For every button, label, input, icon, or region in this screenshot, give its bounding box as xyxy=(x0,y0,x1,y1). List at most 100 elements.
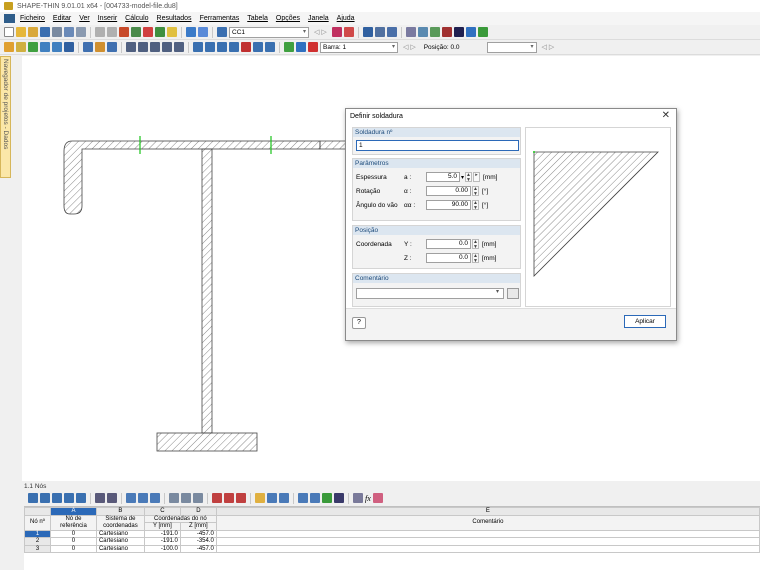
cell-comment[interactable] xyxy=(215,544,760,553)
table-sort-icon[interactable] xyxy=(255,493,265,503)
menu-opcoes[interactable]: Opções xyxy=(276,15,300,22)
tools-icon[interactable] xyxy=(477,27,488,37)
cell-y[interactable]: -100.0 xyxy=(143,544,181,553)
bolt-icon[interactable] xyxy=(138,42,148,52)
table-delete-icon[interactable] xyxy=(212,493,222,503)
edit-icon[interactable] xyxy=(119,27,129,37)
apply-button[interactable]: Aplicar xyxy=(624,315,666,328)
zoom-icon[interactable] xyxy=(374,27,385,37)
print-icon[interactable] xyxy=(52,27,62,37)
element-icon[interactable] xyxy=(28,42,38,52)
cell-ref[interactable]: 0 xyxy=(49,537,97,546)
menu-editar[interactable]: Editar xyxy=(53,15,71,22)
redo-icon[interactable] xyxy=(107,27,117,37)
results-icon[interactable] xyxy=(143,27,153,37)
cell-z[interactable]: -457.0 xyxy=(179,544,217,553)
rotate-icon[interactable] xyxy=(417,27,428,37)
display-icon[interactable] xyxy=(343,27,354,37)
table-chart-icon[interactable] xyxy=(310,493,320,503)
loadcase-nav-arrows[interactable]: ◁ ▷ xyxy=(314,28,327,36)
node-icon[interactable] xyxy=(16,42,26,52)
table-undo-icon[interactable] xyxy=(126,493,136,503)
delete-icon[interactable] xyxy=(441,27,452,37)
measure-icon[interactable] xyxy=(405,27,416,37)
position-nav-arrows[interactable]: ◁ ▷ xyxy=(542,43,555,51)
bar-select[interactable]: Barra: 1 ▾ xyxy=(320,41,398,53)
menu-ajuda[interactable]: Ajuda xyxy=(337,15,355,22)
menu-calculo[interactable]: Cálculo xyxy=(125,15,148,22)
menu-resultados[interactable]: Resultados xyxy=(157,15,192,22)
ortho-icon[interactable] xyxy=(217,42,227,52)
line-icon[interactable] xyxy=(83,42,93,52)
loadcase-select[interactable]: CC1 ▾ xyxy=(229,26,309,38)
table-extra-icon[interactable] xyxy=(372,493,383,503)
menu-app-icon[interactable] xyxy=(4,14,15,23)
cell-z[interactable]: -457.0 xyxy=(179,529,217,538)
col-letter-d[interactable]: D xyxy=(179,507,217,516)
table-clear-icon[interactable] xyxy=(193,493,203,503)
polar-icon[interactable] xyxy=(229,42,239,52)
cell-y[interactable]: -191.0 xyxy=(143,529,181,538)
open-recent-icon[interactable] xyxy=(28,27,38,37)
dimension-icon[interactable] xyxy=(174,42,184,52)
mirror-icon[interactable] xyxy=(296,42,306,52)
thickness-pick-icon[interactable]: ▸ xyxy=(473,172,481,182)
menu-ferramentas[interactable]: Ferramentas xyxy=(200,15,240,22)
z-input[interactable]: 0.0 xyxy=(426,253,471,263)
help-button[interactable]: ? xyxy=(352,317,366,329)
table-excel-icon[interactable] xyxy=(322,493,332,503)
calc-icon[interactable] xyxy=(155,27,165,37)
menu-tabela[interactable]: Tabela xyxy=(247,15,268,22)
table-paste-icon[interactable] xyxy=(181,493,191,503)
table-print-icon[interactable] xyxy=(298,493,308,503)
plate-icon[interactable] xyxy=(162,42,172,52)
new-file-icon[interactable] xyxy=(4,27,14,37)
filter-icon[interactable] xyxy=(429,27,440,37)
window-icon[interactable] xyxy=(198,27,208,37)
bar-nav-arrows[interactable]: ◁ ▷ xyxy=(403,43,416,51)
chevron-down-icon[interactable]: ▾ xyxy=(496,288,499,295)
visibility-icon[interactable] xyxy=(265,42,275,52)
table-select-icon[interactable] xyxy=(28,493,38,503)
y-input[interactable]: 0.0 xyxy=(426,239,471,249)
comment-input[interactable] xyxy=(356,288,504,299)
weld-icon[interactable] xyxy=(126,42,136,52)
table-goto-icon[interactable] xyxy=(279,493,289,503)
menu-ficheiro[interactable]: Ficheiro xyxy=(20,15,45,22)
table-redo-icon[interactable] xyxy=(138,493,148,503)
table-edit-icon[interactable] xyxy=(64,493,74,503)
comment-library-icon[interactable] xyxy=(507,288,519,299)
row-number[interactable]: 1 xyxy=(24,529,51,538)
row-number[interactable]: 3 xyxy=(24,544,51,553)
bar-icon[interactable] xyxy=(308,42,318,52)
table-grid-icon[interactable] xyxy=(40,493,50,503)
cell-y[interactable]: -191.0 xyxy=(143,537,181,546)
undo-icon[interactable] xyxy=(95,27,105,37)
cell-ref[interactable]: 0 xyxy=(49,544,97,553)
preview-icon[interactable] xyxy=(64,27,74,37)
graphics-icon[interactable] xyxy=(186,27,196,37)
table-format-icon[interactable] xyxy=(334,493,344,503)
settings-icon[interactable] xyxy=(453,27,464,37)
table-settings-icon[interactable] xyxy=(353,493,363,503)
table-row[interactable]: 1 0 Cartesiano -191.0 -457.0 xyxy=(24,529,760,538)
col-letter-e[interactable]: E xyxy=(215,507,760,516)
table-remove-row-icon[interactable] xyxy=(236,493,246,503)
y-spinner[interactable]: ▲ ▼ xyxy=(472,239,479,249)
open-folder-icon[interactable] xyxy=(16,27,26,37)
select-icon[interactable] xyxy=(4,42,14,52)
table-import-icon[interactable] xyxy=(95,493,105,503)
point-icon[interactable] xyxy=(107,42,117,52)
color-icon[interactable] xyxy=(284,42,294,52)
table-refresh-icon[interactable] xyxy=(150,493,160,503)
save-icon[interactable] xyxy=(40,27,50,37)
layer-icon[interactable] xyxy=(253,42,263,52)
table-insert-row-icon[interactable] xyxy=(224,493,234,503)
close-icon[interactable]: ✕ xyxy=(662,110,670,121)
render-icon[interactable] xyxy=(331,27,342,37)
table-search-icon[interactable] xyxy=(267,493,277,503)
table-filter-icon[interactable] xyxy=(76,493,86,503)
report-icon[interactable] xyxy=(76,27,86,37)
row-number[interactable]: 2 xyxy=(24,537,51,546)
thickness-spinner[interactable]: ▲ ▼ xyxy=(465,172,473,182)
